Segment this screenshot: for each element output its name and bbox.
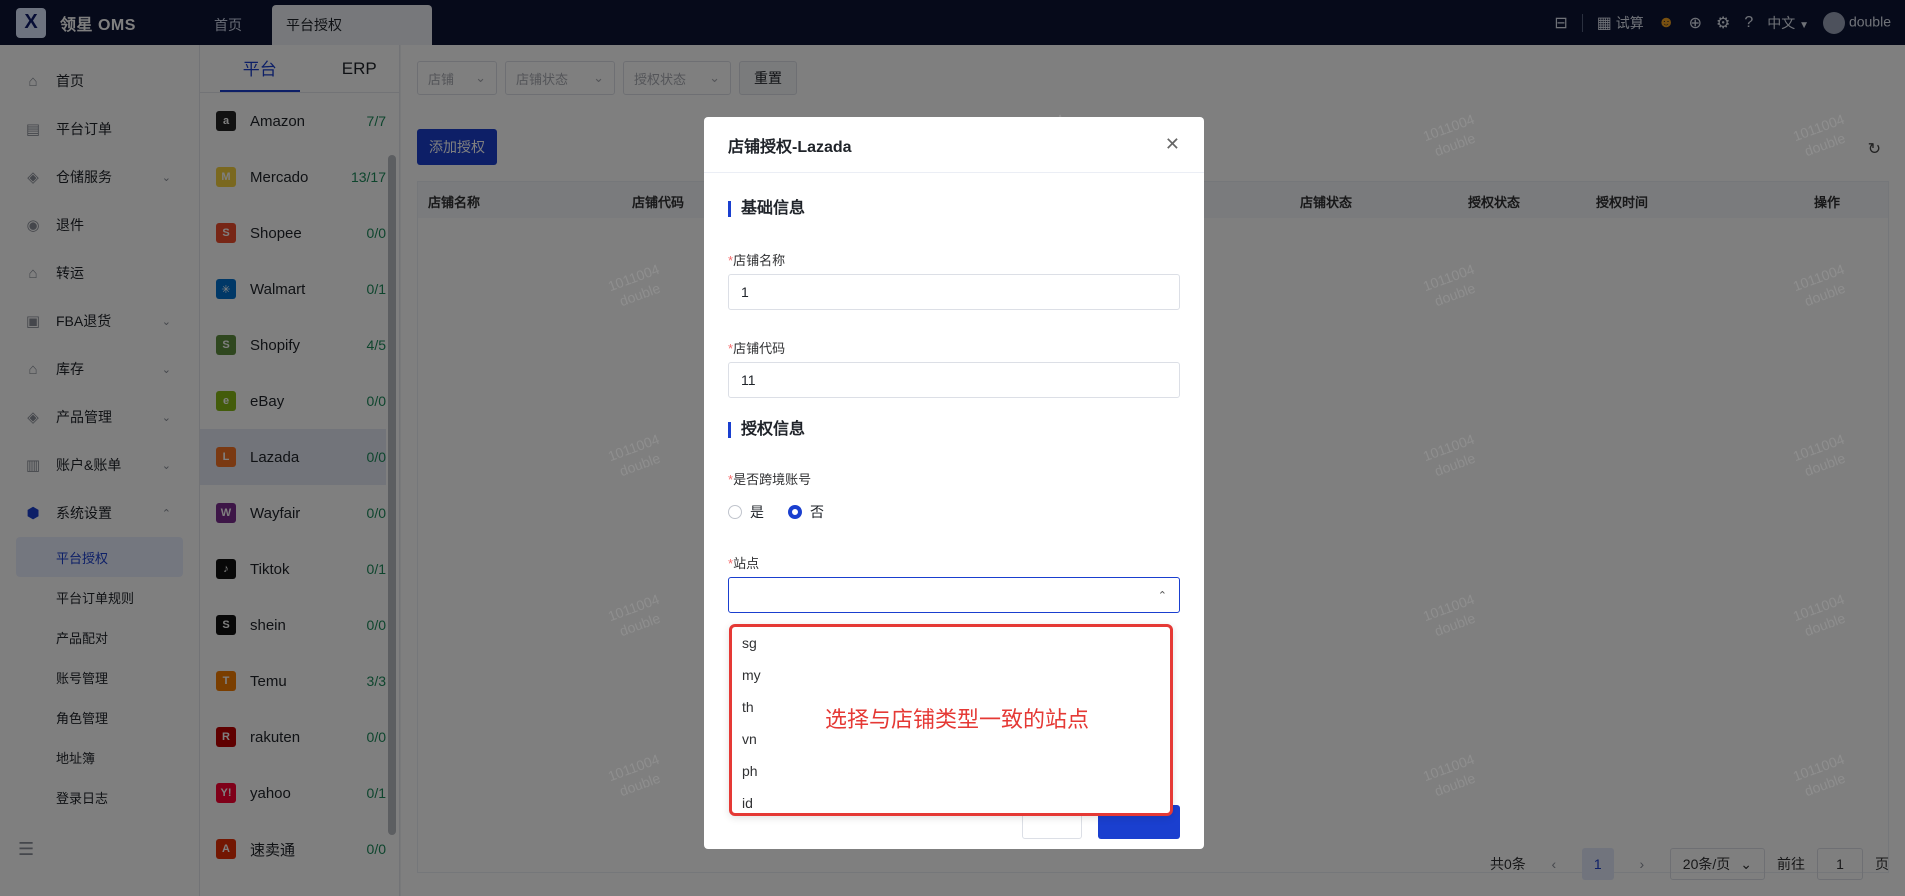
watermark-line: 1011004: [1790, 430, 1847, 465]
watermark: 1011004double: [1790, 750, 1853, 802]
section-basic-info: 基础信息: [728, 201, 805, 217]
watermark-line: double: [617, 609, 663, 640]
watermark: 1011004double: [1420, 590, 1483, 642]
radio-no[interactable]: 否: [788, 502, 824, 522]
radio-circle-icon: [728, 505, 742, 519]
watermark-line: double: [617, 769, 663, 800]
cross-border-label: *是否跨境账号: [728, 469, 811, 488]
watermark-line: 1011004: [605, 260, 662, 295]
watermark-line: double: [1432, 279, 1478, 310]
watermark-line: 1011004: [1790, 750, 1847, 785]
watermark-line: double: [1432, 449, 1478, 480]
watermark-line: double: [1802, 769, 1848, 800]
close-icon[interactable]: ✕: [1165, 134, 1180, 155]
watermark: 1011004double: [605, 260, 668, 312]
watermark-line: double: [1802, 609, 1848, 640]
site-label-text: 站点: [733, 556, 760, 571]
dialog-header: 店铺授权-Lazada ✕: [704, 117, 1204, 173]
watermark-line: 1011004: [1420, 110, 1477, 145]
site-option-my[interactable]: my: [732, 659, 1170, 691]
watermark-line: double: [1432, 769, 1478, 800]
site-option-sg[interactable]: sg: [732, 627, 1170, 659]
watermark-line: 1011004: [1420, 590, 1477, 625]
section-auth-info: 授权信息: [728, 422, 805, 438]
site-label: *站点: [728, 553, 759, 572]
shop-code-input[interactable]: 11: [728, 362, 1180, 398]
radio-yes-label: 是: [750, 504, 764, 520]
watermark-line: double: [1432, 129, 1478, 160]
watermark-line: 1011004: [1790, 260, 1847, 295]
cross-border-label-text: 是否跨境账号: [733, 472, 812, 487]
watermark: 1011004double: [1790, 110, 1853, 162]
watermark-line: 1011004: [1420, 260, 1477, 295]
shop-name-label: *店铺名称: [728, 250, 785, 269]
watermark-line: 1011004: [1420, 430, 1477, 465]
cross-border-radio-group: 是 否: [728, 502, 824, 522]
watermark-line: double: [617, 449, 663, 480]
watermark: 1011004double: [1790, 590, 1853, 642]
shop-code-label: *店铺代码: [728, 338, 785, 357]
site-option-ph[interactable]: ph: [732, 755, 1170, 787]
watermark: 1011004double: [605, 430, 668, 482]
annotation-text: 选择与店铺类型一致的站点: [825, 707, 1090, 732]
shop-code-label-text: 店铺代码: [733, 341, 786, 356]
watermark-line: 1011004: [605, 750, 662, 785]
watermark: 1011004double: [1420, 110, 1483, 162]
watermark: 1011004double: [1420, 260, 1483, 312]
radio-yes[interactable]: 是: [728, 502, 764, 522]
watermark: 1011004double: [1790, 260, 1853, 312]
watermark: 1011004double: [1420, 430, 1483, 482]
watermark: 1011004double: [605, 590, 668, 642]
site-select[interactable]: ⌃: [728, 577, 1180, 613]
watermark-line: double: [1802, 279, 1848, 310]
chevron-up-icon: ⌃: [1157, 589, 1167, 602]
watermark-line: 1011004: [1420, 750, 1477, 785]
watermark-line: double: [1802, 449, 1848, 480]
watermark-line: 1011004: [605, 430, 662, 465]
watermark: 1011004double: [1420, 750, 1483, 802]
watermark-line: double: [1802, 129, 1848, 160]
watermark: 1011004double: [1790, 430, 1853, 482]
radio-no-label: 否: [810, 504, 824, 520]
shop-name-label-text: 店铺名称: [733, 253, 786, 268]
radio-checked-icon: [788, 505, 802, 519]
watermark-line: 1011004: [605, 590, 662, 625]
watermark-line: 1011004: [1790, 590, 1847, 625]
watermark-line: 1011004: [1790, 110, 1847, 145]
watermark: 1011004double: [605, 750, 668, 802]
shop-name-input[interactable]: 1: [728, 274, 1180, 310]
watermark-line: double: [1432, 609, 1478, 640]
site-option-id[interactable]: id: [732, 787, 1170, 819]
dialog-title: 店铺授权-Lazada: [728, 138, 852, 156]
watermark-line: double: [617, 279, 663, 310]
